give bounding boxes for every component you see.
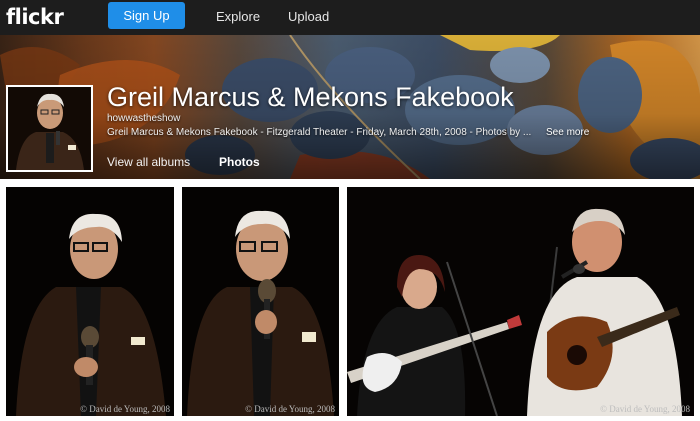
photo-thumbnail[interactable]: © David de Young, 2008 <box>182 187 339 416</box>
photo-copyright: © David de Young, 2008 <box>245 404 335 414</box>
tab-photos[interactable]: Photos <box>219 155 260 169</box>
photo-image <box>347 187 694 416</box>
photo-image <box>6 187 174 416</box>
album-owner-link[interactable]: howwastheshow <box>107 113 180 124</box>
photo-copyright: © David de Young, 2008 <box>600 404 690 414</box>
flickr-logo[interactable]: flickr <box>6 5 64 29</box>
sign-up-button[interactable]: Sign Up <box>108 2 185 29</box>
album-title: Greil Marcus & Mekons Fakebook <box>107 82 514 112</box>
photo-thumbnail[interactable]: © David de Young, 2008 <box>347 187 694 416</box>
nav-explore-link[interactable]: Explore <box>216 9 260 24</box>
photo-thumbnail[interactable]: © David de Young, 2008 <box>6 187 174 416</box>
nav-upload-link[interactable]: Upload <box>288 9 329 24</box>
album-subnav: View all albums Photos <box>0 145 700 179</box>
photo-copyright: © David de Young, 2008 <box>80 404 170 414</box>
view-all-albums-link[interactable]: View all albums <box>107 155 190 169</box>
photo-image <box>182 187 339 416</box>
album-description: Greil Marcus & Mekons Fakebook - Fitzger… <box>107 127 532 138</box>
see-more-link[interactable]: See more <box>546 127 589 138</box>
top-nav: flickr Sign Up Explore Upload <box>0 0 700 35</box>
